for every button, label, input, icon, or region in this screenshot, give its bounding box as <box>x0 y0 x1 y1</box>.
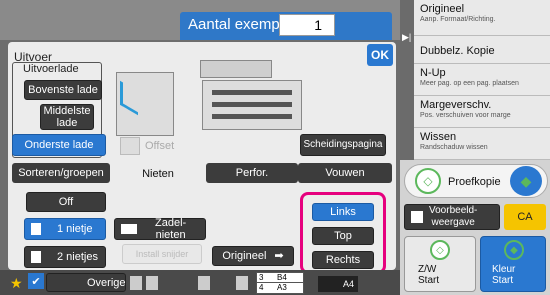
separator-page-button[interactable]: Scheidingspagina <box>300 134 386 156</box>
printer-tray-line <box>212 90 292 95</box>
clear-all-button[interactable]: CA <box>504 204 546 230</box>
staple-icon <box>31 223 41 235</box>
tab-sort-group[interactable]: Sorteren/groepen <box>12 163 110 183</box>
tray-number: 3 <box>259 273 264 282</box>
staple-right-button[interactable]: Rechts <box>312 251 374 269</box>
ok-button[interactable]: OK <box>367 44 393 66</box>
start-icon: ◇ <box>430 240 450 260</box>
output-tray-label: Uitvoerlade <box>20 63 82 75</box>
other-button[interactable]: Overige <box>46 273 126 292</box>
doc-icon <box>198 276 210 290</box>
staple-top-button[interactable]: Top <box>312 227 374 245</box>
proof-copy-label: Proefkopie <box>448 176 501 188</box>
collapse-strip[interactable] <box>400 0 414 160</box>
menu-item-subtitle: Aanp. Formaat/Richting. <box>420 16 496 23</box>
middle-tray-button[interactable]: Middelste lade <box>40 104 94 130</box>
menu-item-original[interactable]: Origineel Aanp. Formaat/Richting. <box>414 0 550 36</box>
staple-icon <box>31 251 41 263</box>
color-start-label: Kleur Start <box>492 264 516 286</box>
two-staples-label: 2 nietjes <box>57 251 98 263</box>
staple-left-button[interactable]: Links <box>312 203 374 221</box>
paper-tray-indicator: 3 B4 4 A3 <box>256 272 304 294</box>
menu-item-duplex[interactable]: Dubbelz. Kopie <box>414 36 550 64</box>
check-icon[interactable]: ✔ <box>28 273 44 289</box>
offset-label: Offset <box>145 140 175 152</box>
install-cutter-button: Install snijder <box>122 244 202 264</box>
saddle-staple-label: Zadel- nieten <box>155 217 187 241</box>
preview-label: Voorbeeld- weergave <box>429 205 478 228</box>
menu-item-n-up[interactable]: N-Up Meer pag. op een pag. plaatsen <box>414 64 550 96</box>
menu-item-title: Origineel <box>420 3 465 15</box>
offset-checkbox[interactable] <box>120 137 140 155</box>
tray-size: B4 <box>277 273 287 282</box>
original-orientation-label: Origineel <box>222 250 267 262</box>
menu-item-subtitle: Meer pag. op een pag. plaatsen <box>420 80 519 87</box>
one-staple-label: 1 nietje <box>57 223 93 235</box>
preview-icon <box>411 211 423 223</box>
tab-fold[interactable]: Vouwen <box>298 163 392 183</box>
menu-item-title: Dubbelz. Kopie <box>420 45 495 57</box>
menu-item-subtitle: Pos. verschuiven voor marge <box>420 112 511 119</box>
saddle-staple-button[interactable]: Zadel- nieten <box>114 217 206 241</box>
doc-icon <box>130 276 142 290</box>
menu-item-title: Margeverschv. <box>420 99 492 111</box>
tray-number: 4 <box>259 283 264 292</box>
menu-item-subtitle: Randschaduw wissen <box>420 144 488 151</box>
two-staples-button[interactable]: 2 nietjes <box>24 246 106 268</box>
one-staple-button[interactable]: 1 nietje <box>24 218 106 240</box>
tab-staple[interactable]: Nieten <box>110 163 206 185</box>
current-paper-size: A4 <box>318 276 358 292</box>
menu-item-erase[interactable]: Wissen Randschaduw wissen <box>414 128 550 160</box>
menu-item-margin-shift[interactable]: Margeverschv. Pos. verschuiven voor marg… <box>414 96 550 128</box>
copies-label: Aantal exempl. <box>188 16 288 33</box>
original-orientation-button[interactable]: Origineel ➡ <box>212 246 294 266</box>
preview-button[interactable]: Voorbeeld- weergave <box>404 204 500 230</box>
doc-icon <box>236 276 248 290</box>
printer-tray-line <box>212 102 292 107</box>
start-icon: ◆ <box>504 240 524 260</box>
start-icon: ◇ <box>415 168 441 194</box>
top-tray-button[interactable]: Bovenste lade <box>24 80 102 100</box>
menu-item-title: Wissen <box>420 131 457 143</box>
favorite-star-icon[interactable]: ★ <box>10 275 23 292</box>
bw-start-label: Z/W Start <box>418 264 440 286</box>
printer-tray-line <box>212 114 292 119</box>
doc-icon <box>146 276 158 290</box>
color-start-icon: ◆ <box>510 166 542 196</box>
menu-item-title: N-Up <box>420 67 446 79</box>
staple-off-button[interactable]: Off <box>26 192 106 212</box>
tray-size: A3 <box>277 283 287 292</box>
collapse-arrow-icon[interactable]: ▶| <box>402 32 411 43</box>
tab-punch[interactable]: Perfor. <box>206 163 298 183</box>
saddle-icon <box>121 224 137 234</box>
copies-input[interactable]: 1 <box>279 14 335 36</box>
arrow-right-icon: ➡ <box>274 250 284 262</box>
bottom-tray-button[interactable]: Onderste lade <box>12 134 106 156</box>
scanner-illustration <box>200 60 272 78</box>
